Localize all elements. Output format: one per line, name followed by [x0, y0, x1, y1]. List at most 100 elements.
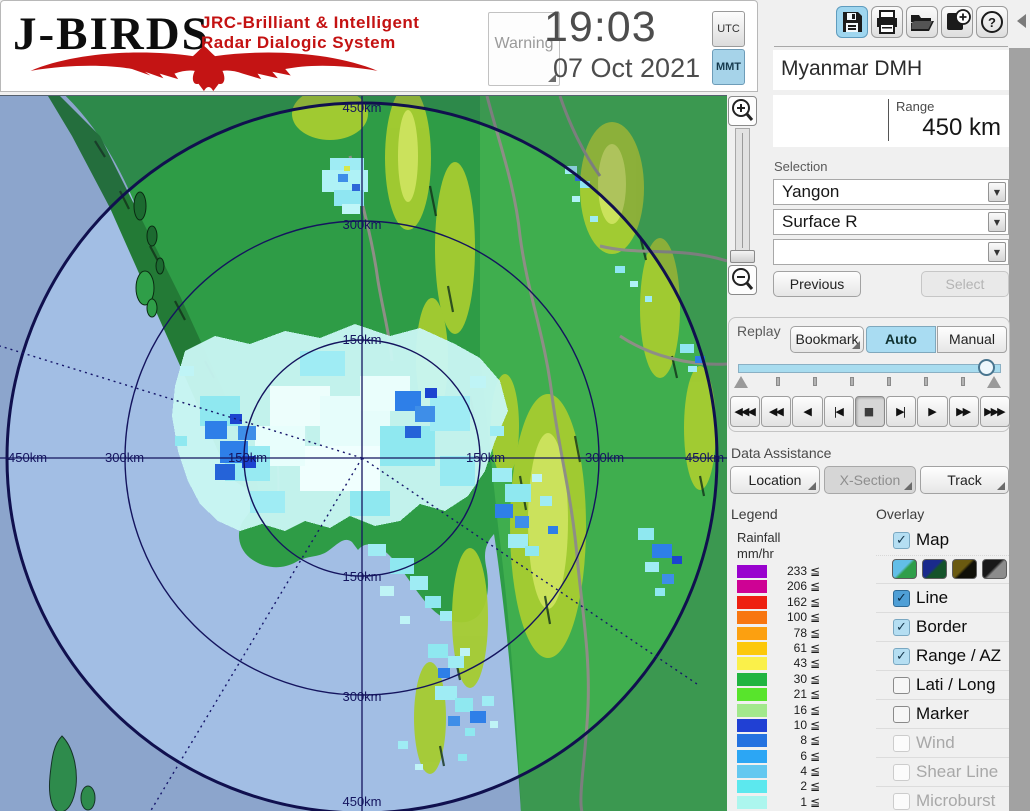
range-box: Range 450 km: [773, 95, 1009, 147]
svg-text:450km: 450km: [8, 450, 47, 465]
chevron-down-icon[interactable]: ▼: [988, 242, 1006, 262]
overlay-item-range-az: ✓ Range / AZ: [876, 641, 1009, 670]
legend-row: 30 ≦: [737, 672, 827, 687]
legend-scale: 233 ≦ 206 ≦ 162 ≦ 100 ≦ 78 ≦ 61 ≦ 43 ≦ 30 ≦ 21 ≦ 16 ≦ 10 ≦ 8 ≦ 6…: [737, 564, 827, 810]
shear-line-checkbox: [893, 764, 910, 781]
overlay-item-marker: Marker: [876, 699, 1009, 728]
chevron-down-icon[interactable]: ▼: [988, 212, 1006, 232]
zoom-slider-line: [742, 133, 743, 248]
rewind-icon[interactable]: ◀◀: [761, 396, 792, 427]
panel-collapse-arrow-icon[interactable]: [1017, 14, 1026, 28]
wind-checkbox: [893, 735, 910, 752]
line-label: Line: [916, 588, 949, 607]
bookmark-button[interactable]: Bookmark: [790, 326, 864, 353]
rewind-fast-icon[interactable]: ◀◀◀: [730, 396, 761, 427]
select-button[interactable]: Select: [921, 271, 1009, 297]
play-reverse-icon[interactable]: ◀: [792, 396, 823, 427]
legend-threshold-value: 2: [800, 779, 807, 794]
slider-range-start-marker[interactable]: [734, 376, 748, 388]
legend-operator: ≦: [810, 640, 821, 655]
range-value: 450 km: [922, 114, 1001, 141]
legend-operator: ≦: [810, 625, 821, 640]
eagle-logo-icon: [30, 45, 378, 92]
line-checkbox[interactable]: ✓: [893, 590, 910, 607]
product-dropdown[interactable]: Surface R ▼: [773, 209, 1009, 235]
microburst-label: Microburst: [916, 791, 996, 810]
logo-tagline-1: JRC-Brilliant & Intelligent: [201, 13, 420, 32]
marker-label: Marker: [916, 704, 969, 723]
legend-operator: ≦: [810, 579, 821, 594]
print-button[interactable]: [871, 6, 903, 38]
station-box: Myanmar DMH: [773, 50, 1009, 90]
overlay-item-shear-line: Shear Line: [876, 757, 1009, 786]
slider-tick: [887, 377, 891, 386]
legend-unit-line1: Rainfall: [737, 530, 781, 545]
map-style-swatch-4[interactable]: [982, 559, 1007, 579]
map-label: Map: [916, 530, 950, 549]
legend-operator: ≦: [810, 764, 821, 779]
svg-text:450km: 450km: [342, 100, 381, 115]
range-az-checkbox[interactable]: ✓: [893, 648, 910, 665]
forward-fast-icon[interactable]: ▶▶▶: [979, 396, 1010, 427]
legend-color-swatch: [737, 611, 767, 625]
playback-controls: ◀◀◀ ◀◀ ◀ |◀ ■ ▶| ▶ ▶▶ ▶▶▶: [730, 396, 1010, 427]
add-image-icon: [947, 9, 971, 30]
xsection-button[interactable]: X-Section: [824, 466, 916, 494]
legend-row: 233 ≦: [737, 564, 827, 579]
stop-icon[interactable]: ■: [854, 396, 886, 427]
auto-button[interactable]: Auto: [866, 326, 936, 353]
range-divider: [888, 99, 889, 141]
forward-icon[interactable]: ▶▶: [948, 396, 979, 427]
legend-row: 21 ≦: [737, 687, 827, 702]
mmt-button[interactable]: MMT: [712, 49, 745, 85]
open-file-button[interactable]: [906, 6, 938, 38]
zoom-out-button[interactable]: [728, 265, 757, 295]
step-back-icon[interactable]: |◀: [823, 396, 854, 427]
save-button[interactable]: [836, 6, 868, 38]
marker-checkbox[interactable]: [893, 706, 910, 723]
legend-row: 61 ≦: [737, 641, 827, 656]
legend-row: 10 ≦: [737, 718, 827, 733]
legend-threshold-value: 10: [793, 717, 807, 732]
legend-color-swatch: [737, 641, 767, 655]
legend-threshold-value: 21: [793, 687, 807, 702]
utc-button[interactable]: UTC: [712, 11, 745, 47]
radar-map[interactable]: 450km 300km 150km 150km 300km 450km 450k…: [0, 95, 727, 811]
previous-button[interactable]: Previous: [773, 271, 861, 297]
jbirds-window: J-BIRDS JRC-Brilliant & Intelligent Rada…: [0, 0, 1030, 811]
microburst-checkbox: [893, 793, 910, 810]
site-dropdown[interactable]: Yangon ▼: [773, 179, 1009, 205]
lati-long-checkbox[interactable]: [893, 677, 910, 694]
extra-dropdown[interactable]: ▼: [773, 239, 1009, 265]
border-checkbox[interactable]: ✓: [893, 619, 910, 636]
slider-range-end-marker[interactable]: [987, 376, 1001, 388]
zoom-in-button[interactable]: [728, 96, 757, 126]
zoom-slider-track[interactable]: [735, 128, 750, 254]
map-style-swatch-1[interactable]: [892, 559, 917, 579]
legend-color-swatch: [737, 703, 767, 717]
border-label: Border: [916, 617, 968, 636]
wind-label: Wind: [916, 733, 955, 752]
zoom-in-icon: [732, 99, 754, 121]
legend-threshold-value: 233: [786, 564, 807, 578]
manual-button[interactable]: Manual: [937, 326, 1007, 353]
legend-color-swatch: [737, 595, 767, 609]
map-style-swatch-3[interactable]: [952, 559, 977, 579]
legend-color-swatch: [737, 718, 767, 732]
track-button[interactable]: Track: [920, 466, 1009, 494]
map-style-swatch-2[interactable]: [922, 559, 947, 579]
location-button[interactable]: Location: [730, 466, 820, 494]
add-image-button[interactable]: [941, 6, 973, 38]
replay-slider-thumb[interactable]: [978, 359, 995, 376]
map-style-swatches: [876, 555, 1009, 583]
zoom-slider-thumb[interactable]: [730, 250, 755, 263]
slider-tick: [776, 377, 780, 386]
replay-slider-track[interactable]: [738, 364, 1001, 373]
svg-text:300km: 300km: [105, 450, 144, 465]
map-checkbox[interactable]: ✓: [893, 532, 910, 549]
zoom-out-icon: [732, 268, 754, 290]
play-icon[interactable]: ▶: [917, 396, 948, 427]
step-forward-icon[interactable]: ▶|: [886, 396, 917, 427]
help-button[interactable]: ?: [976, 6, 1008, 38]
chevron-down-icon[interactable]: ▼: [988, 182, 1006, 202]
